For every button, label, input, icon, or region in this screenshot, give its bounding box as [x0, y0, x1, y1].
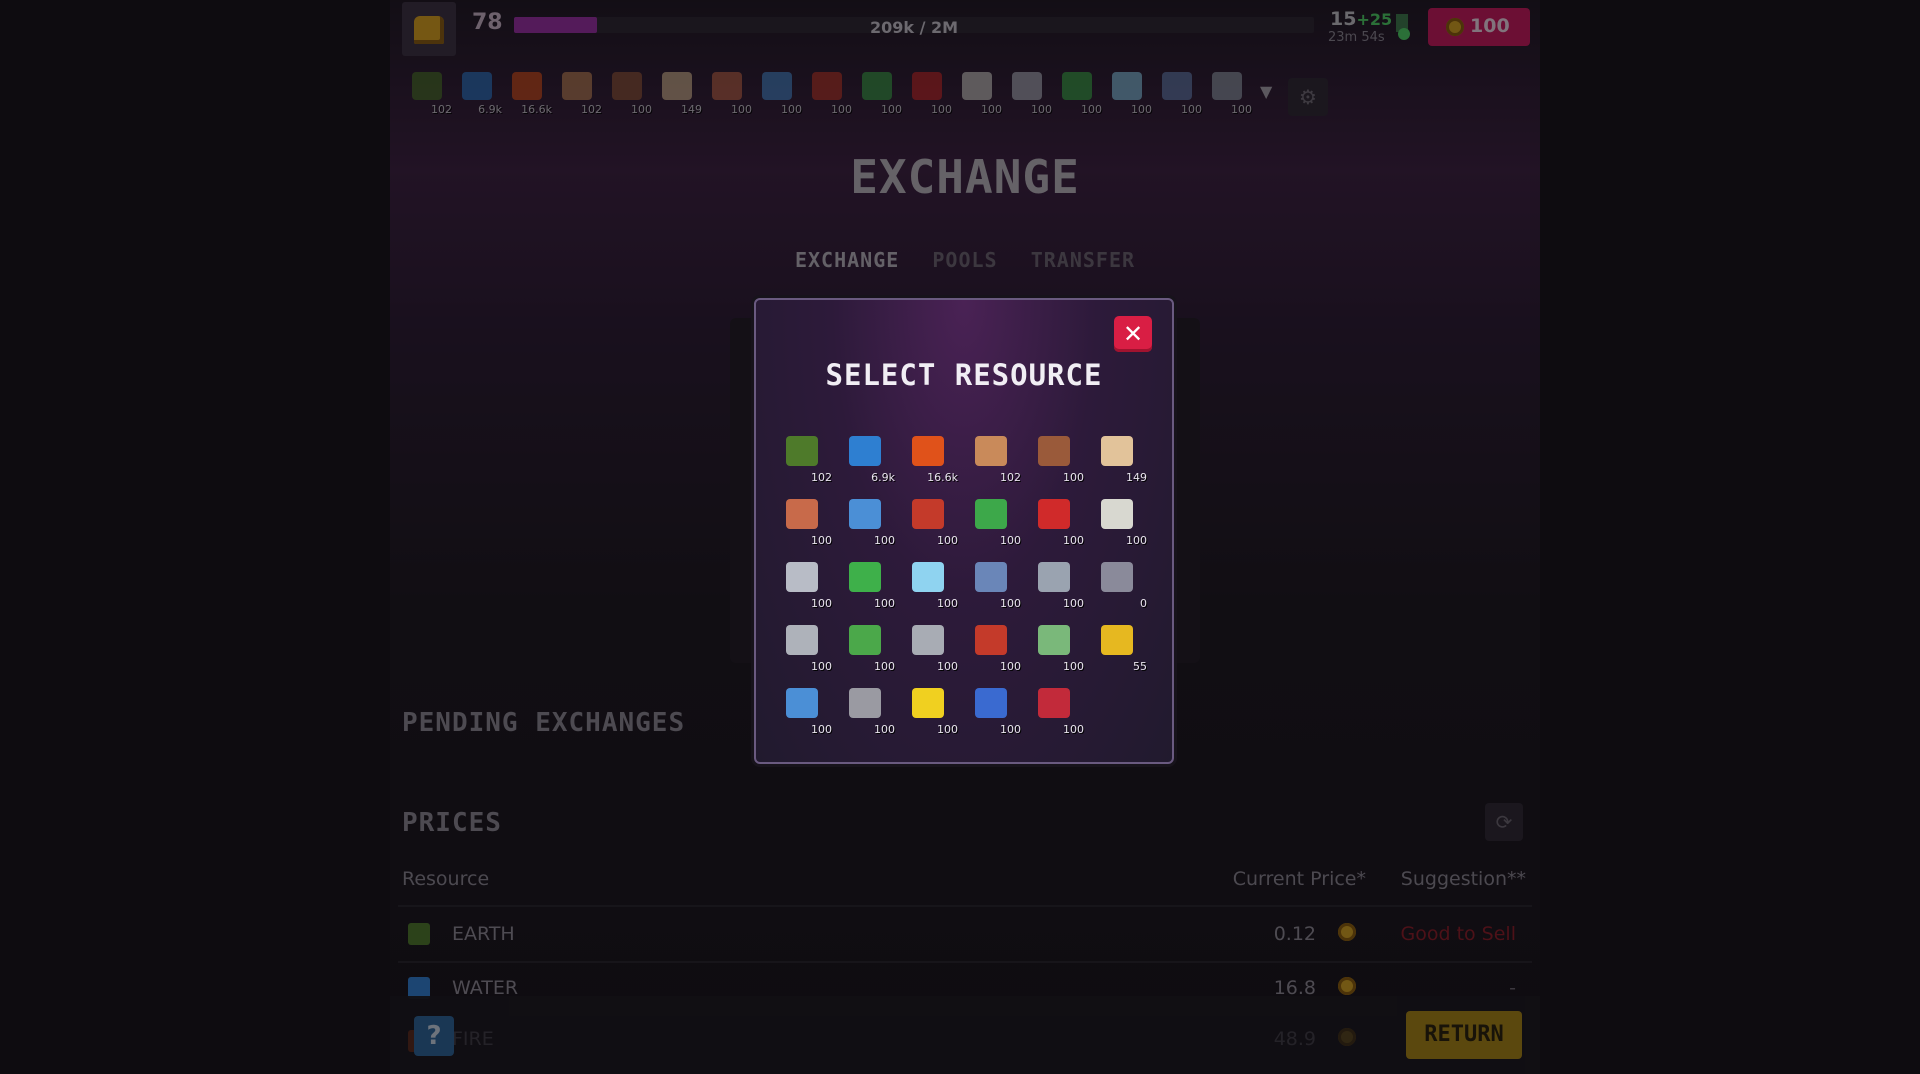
heat-waves-icon	[912, 499, 944, 529]
resource-option-ice[interactable]: 100	[906, 556, 962, 612]
resource-option-brick[interactable]: 100	[780, 493, 836, 549]
bottle-icon	[786, 688, 818, 718]
resource-count: 102	[811, 471, 832, 484]
machine-icon	[975, 562, 1007, 592]
resource-count: 100	[1063, 471, 1084, 484]
resource-option-skull[interactable]: 100	[1032, 619, 1088, 675]
resource-option-sand[interactable]: 149	[1095, 430, 1151, 486]
resource-count: 100	[811, 534, 832, 547]
earth-icon	[786, 436, 818, 466]
resource-count: 149	[1126, 471, 1147, 484]
resource-count: 55	[1133, 660, 1147, 673]
resource-option-dynamite[interactable]: 100	[1032, 682, 1088, 738]
resource-count: 100	[874, 597, 895, 610]
ice-crystal-icon	[912, 562, 944, 592]
resource-grid: 102 6.9k 16.6k 102 100 149 100 100 100 100 100 100 1…	[780, 430, 1152, 740]
resource-count: 100	[874, 660, 895, 673]
resource-option-fire[interactable]: 16.6k	[906, 430, 962, 486]
resource-count: 100	[1000, 723, 1021, 736]
brick-icon	[786, 499, 818, 529]
resource-count: 100	[811, 723, 832, 736]
battery-icon	[849, 562, 881, 592]
resource-count: 102	[1000, 471, 1021, 484]
resource-count: 100	[811, 597, 832, 610]
resource-count: 100	[937, 597, 958, 610]
wave-icon	[849, 499, 881, 529]
resource-count: 100	[1000, 534, 1021, 547]
resource-option-hydrogen[interactable]: 100	[969, 682, 1025, 738]
fireplace-icon	[975, 625, 1007, 655]
stone-block-icon	[912, 625, 944, 655]
steam-icon	[1101, 562, 1133, 592]
clay-icon	[1038, 436, 1070, 466]
resource-option-fireplace[interactable]: 100	[969, 619, 1025, 675]
resource-option-plant[interactable]: 100	[969, 493, 1025, 549]
resource-option-battery[interactable]: 100	[843, 556, 899, 612]
resource-option-metal-sheet[interactable]: 100	[780, 556, 836, 612]
resource-count: 6.9k	[871, 471, 895, 484]
coral-icon	[1038, 499, 1070, 529]
roots-icon	[975, 436, 1007, 466]
resource-count: 16.6k	[927, 471, 958, 484]
resource-count: 100	[937, 660, 958, 673]
resource-count: 100	[937, 723, 958, 736]
resource-option-block[interactable]: 100	[906, 619, 962, 675]
resource-option-mesh[interactable]: 100	[843, 682, 899, 738]
resource-count: 100	[1000, 660, 1021, 673]
resource-count: 100	[874, 723, 895, 736]
resource-option-energy[interactable]: 100	[906, 682, 962, 738]
resource-count: 100	[1063, 534, 1084, 547]
select-resource-modal: ✕ SELECT RESOURCE 102 6.9k 16.6k 102 100 149 1…	[754, 298, 1174, 764]
flask-icon	[1101, 499, 1133, 529]
resource-option-bottle[interactable]: 100	[780, 682, 836, 738]
resource-count: 100	[1063, 660, 1084, 673]
resource-option-clay[interactable]: 100	[1032, 430, 1088, 486]
stone-icon	[1038, 562, 1070, 592]
plant-icon	[975, 499, 1007, 529]
resource-option-water[interactable]: 6.9k	[843, 430, 899, 486]
resource-count: 0	[1140, 597, 1147, 610]
resource-count: 100	[1000, 597, 1021, 610]
canister-icon	[849, 625, 881, 655]
resource-option-stone[interactable]: 100	[1032, 556, 1088, 612]
lightning-icon	[912, 688, 944, 718]
modal-title: SELECT RESOURCE	[825, 358, 1103, 392]
resource-option-heat[interactable]: 100	[906, 493, 962, 549]
resource-count: 100	[1063, 597, 1084, 610]
resource-option-earth[interactable]: 102	[780, 430, 836, 486]
resource-count: 100	[874, 534, 895, 547]
resource-option-canister[interactable]: 100	[843, 619, 899, 675]
resource-count: 100	[937, 534, 958, 547]
close-button[interactable]: ✕	[1114, 316, 1152, 352]
gold-nugget-icon	[1101, 625, 1133, 655]
metal-sheet-icon	[786, 562, 818, 592]
resource-count: 100	[1063, 723, 1084, 736]
resource-option-machine[interactable]: 100	[969, 556, 1025, 612]
resource-option-hammer[interactable]: 100	[780, 619, 836, 675]
resource-option-gold[interactable]: 55	[1095, 619, 1151, 675]
hydrogen-tank-icon	[975, 688, 1007, 718]
hammer-icon	[786, 625, 818, 655]
skull-icon	[1038, 625, 1070, 655]
resource-option-flask[interactable]: 100	[1095, 493, 1151, 549]
resource-count: 100	[1126, 534, 1147, 547]
water-drop-icon	[849, 436, 881, 466]
mesh-icon	[849, 688, 881, 718]
resource-option-coral[interactable]: 100	[1032, 493, 1088, 549]
resource-count: 100	[811, 660, 832, 673]
dynamite-icon	[1038, 688, 1070, 718]
fire-icon	[912, 436, 944, 466]
resource-option-wave[interactable]: 100	[843, 493, 899, 549]
resource-option-roots[interactable]: 102	[969, 430, 1025, 486]
resource-option-steam[interactable]: 0	[1095, 556, 1151, 612]
sand-pile-icon	[1101, 436, 1133, 466]
